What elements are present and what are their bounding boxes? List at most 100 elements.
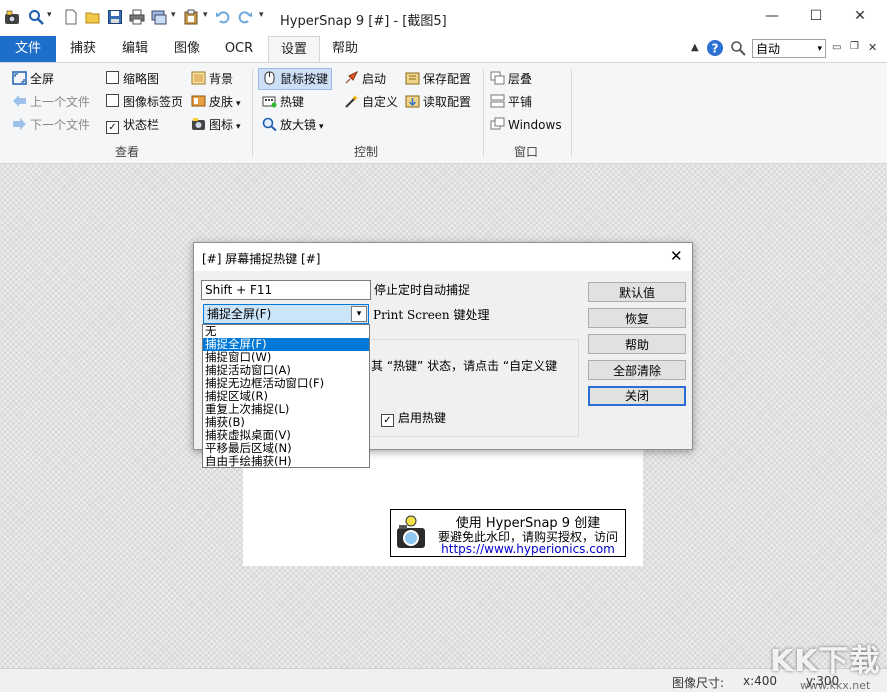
image-size-label: 图像尺寸: xyxy=(672,676,725,690)
ribbon-tabs: 文件 捕获 编辑 图像 OCR 设置 帮助 ▲ ? 自动 ▾ ▭ ❐ ✕ xyxy=(0,36,887,63)
ribbon: 全屏 上一个文件 下一个文件 缩略图 图像标签页 ✓ 状态栏 背景 皮肤 ▾ 图标 ▾… xyxy=(0,62,887,164)
tab-ocr[interactable]: OCR xyxy=(216,36,262,62)
statusbar-toggle[interactable]: ✓ 状态栏 xyxy=(106,115,159,135)
minimize-button[interactable]: — xyxy=(758,6,786,26)
customize-toolbar-icon[interactable]: ▾ xyxy=(259,10,264,20)
collapse-ribbon-icon[interactable]: ▲ xyxy=(691,42,699,53)
fullscreen-button[interactable]: 全屏 xyxy=(12,69,54,89)
thumbnail-checkbox[interactable] xyxy=(106,71,119,84)
open-folder-icon[interactable] xyxy=(85,9,101,25)
action-dropdown-list[interactable]: 无捕捉全屏(F) 捕捉窗口(W) 捕捉活动窗口(A) 捕捉无边框活动窗口(F) 捕捉区域… xyxy=(202,324,370,468)
dialog-close-icon[interactable]: ✕ xyxy=(670,247,683,265)
mdi-restore-icon[interactable]: ❐ xyxy=(850,41,859,52)
search-icon[interactable] xyxy=(730,40,746,59)
tab-edit[interactable]: 编辑 xyxy=(112,36,158,62)
hotkey-description: 停止定时自动捕捉 xyxy=(374,283,471,297)
restore-button[interactable]: 恢复 xyxy=(588,308,686,328)
mdi-minimize-icon[interactable]: ▭ xyxy=(832,42,841,53)
cascade-label: 层叠 xyxy=(508,72,533,86)
camera-icon xyxy=(395,515,427,554)
chevron-down-icon[interactable]: ▾ xyxy=(351,306,367,322)
tab-help[interactable]: 帮助 xyxy=(322,36,368,62)
wand-icon xyxy=(344,94,359,108)
load-config-button[interactable]: 读取配置 xyxy=(405,92,471,112)
image-tabs-toggle[interactable]: 图像标签页 xyxy=(106,92,183,112)
windows-button[interactable]: Windows xyxy=(490,115,562,135)
save-config-button[interactable]: 保存配置 xyxy=(405,69,471,89)
prev-file-button[interactable]: 上一个文件 xyxy=(12,92,90,112)
group-label-window: 窗口 xyxy=(514,145,539,159)
tab-image[interactable]: 图像 xyxy=(164,36,210,62)
chevron-down-icon[interactable]: ▾ xyxy=(47,10,52,20)
tab-file[interactable]: 文件 xyxy=(0,36,56,62)
status-bar: 图像尺寸: x:400 y:300 xyxy=(0,668,887,692)
tab-capture[interactable]: 捕获 xyxy=(60,36,106,62)
print-icon[interactable] xyxy=(129,9,145,25)
dropdown-option[interactable]: 自由手绘捕获(H) xyxy=(203,455,369,468)
watermark-url[interactable]: https://www.hyperionics.com xyxy=(431,542,625,556)
magnifier-label: 放大镜 xyxy=(280,118,317,132)
kk-download-watermark: KK下载 xyxy=(770,644,881,679)
help-icon[interactable]: ? xyxy=(706,39,724,60)
ribbon-separator xyxy=(571,69,572,157)
window-title: HyperSnap 9 [#] - [截图5] xyxy=(280,14,447,29)
clear-all-button[interactable]: 全部清除 xyxy=(588,360,686,380)
magnifier-icon[interactable] xyxy=(28,9,44,25)
statusbar-checkbox[interactable]: ✓ xyxy=(106,121,119,134)
icons-button[interactable]: 图标 ▾ xyxy=(191,115,241,135)
tab-settings[interactable]: 设置 xyxy=(268,36,320,63)
skin-icon xyxy=(191,94,206,108)
keyboard-icon xyxy=(262,94,277,108)
thumbnail-toggle[interactable]: 缩略图 xyxy=(106,69,159,89)
new-file-icon[interactable] xyxy=(63,9,79,25)
mdi-close-icon[interactable]: ✕ xyxy=(868,41,877,54)
zoom-select-value: 自动 xyxy=(756,42,781,56)
close-button[interactable]: ✕ xyxy=(846,6,874,26)
cascade-icon xyxy=(490,71,505,85)
chevron-down-icon[interactable]: ▾ xyxy=(171,10,176,20)
skin-label: 皮肤 xyxy=(209,95,234,109)
maximize-button[interactable]: ☐ xyxy=(802,6,830,26)
enable-hotkeys-label: 启用热键 xyxy=(398,411,447,425)
action-combobox[interactable]: 捕捉全屏(F) ▾ xyxy=(203,304,369,324)
ribbon-separator xyxy=(252,69,253,157)
mouse-icon xyxy=(262,71,277,85)
arrow-right-icon xyxy=(12,117,27,131)
next-file-button[interactable]: 下一个文件 xyxy=(12,115,90,135)
svg-text:?: ? xyxy=(712,42,719,56)
zoom-select[interactable]: 自动 ▾ xyxy=(752,39,826,58)
undo-icon[interactable] xyxy=(215,9,231,25)
skin-button[interactable]: 皮肤 ▾ xyxy=(191,92,241,112)
save-icon[interactable] xyxy=(107,9,123,25)
background-button[interactable]: 背景 xyxy=(191,69,233,89)
statusbar-label: 状态栏 xyxy=(123,118,160,132)
hotkey-field[interactable]: Shift + F11 xyxy=(201,280,371,300)
default-button[interactable]: 默认值 xyxy=(588,282,686,302)
thumbnail-label: 缩略图 xyxy=(123,72,160,86)
hotkeys-label: 热键 xyxy=(280,95,305,109)
hypersnap-watermark: 使用 HyperSnap 9 创建 要避免此水印，请购买授权，访问 https:… xyxy=(390,509,626,557)
image-tabs-checkbox[interactable] xyxy=(106,94,119,107)
startup-button[interactable]: 启动 xyxy=(344,69,386,89)
kk-download-url: www.kkx.net xyxy=(800,679,871,692)
hotkeys-button[interactable]: 热键 xyxy=(262,92,304,112)
mouse-buttons-button[interactable]: 鼠标按键 xyxy=(258,68,332,90)
icons-label: 图标 xyxy=(209,118,234,132)
icons-icon xyxy=(191,117,206,131)
close-dialog-button[interactable]: 关闭 xyxy=(588,386,686,406)
mouse-buttons-label: 鼠标按键 xyxy=(280,72,329,86)
magnifier-button[interactable]: 放大镜 ▾ xyxy=(262,115,324,135)
enable-hotkeys-checkbox[interactable]: ✓ xyxy=(381,414,394,427)
tile-button[interactable]: 平铺 xyxy=(490,92,532,112)
cascade-button[interactable]: 层叠 xyxy=(490,69,532,89)
customize-button[interactable]: 自定义 xyxy=(344,92,398,112)
customize-label: 自定义 xyxy=(362,95,399,109)
chevron-down-icon[interactable]: ▾ xyxy=(203,10,208,20)
clipboard-icon[interactable] xyxy=(183,9,199,25)
windows-icon[interactable] xyxy=(151,9,167,25)
camera-app-icon[interactable] xyxy=(4,9,20,25)
enable-hotkeys-toggle[interactable]: ✓ 启用热键 xyxy=(381,409,446,427)
redo-icon[interactable] xyxy=(237,9,253,25)
chevron-down-icon: ▾ xyxy=(817,44,822,54)
help-button[interactable]: 帮助 xyxy=(588,334,686,354)
